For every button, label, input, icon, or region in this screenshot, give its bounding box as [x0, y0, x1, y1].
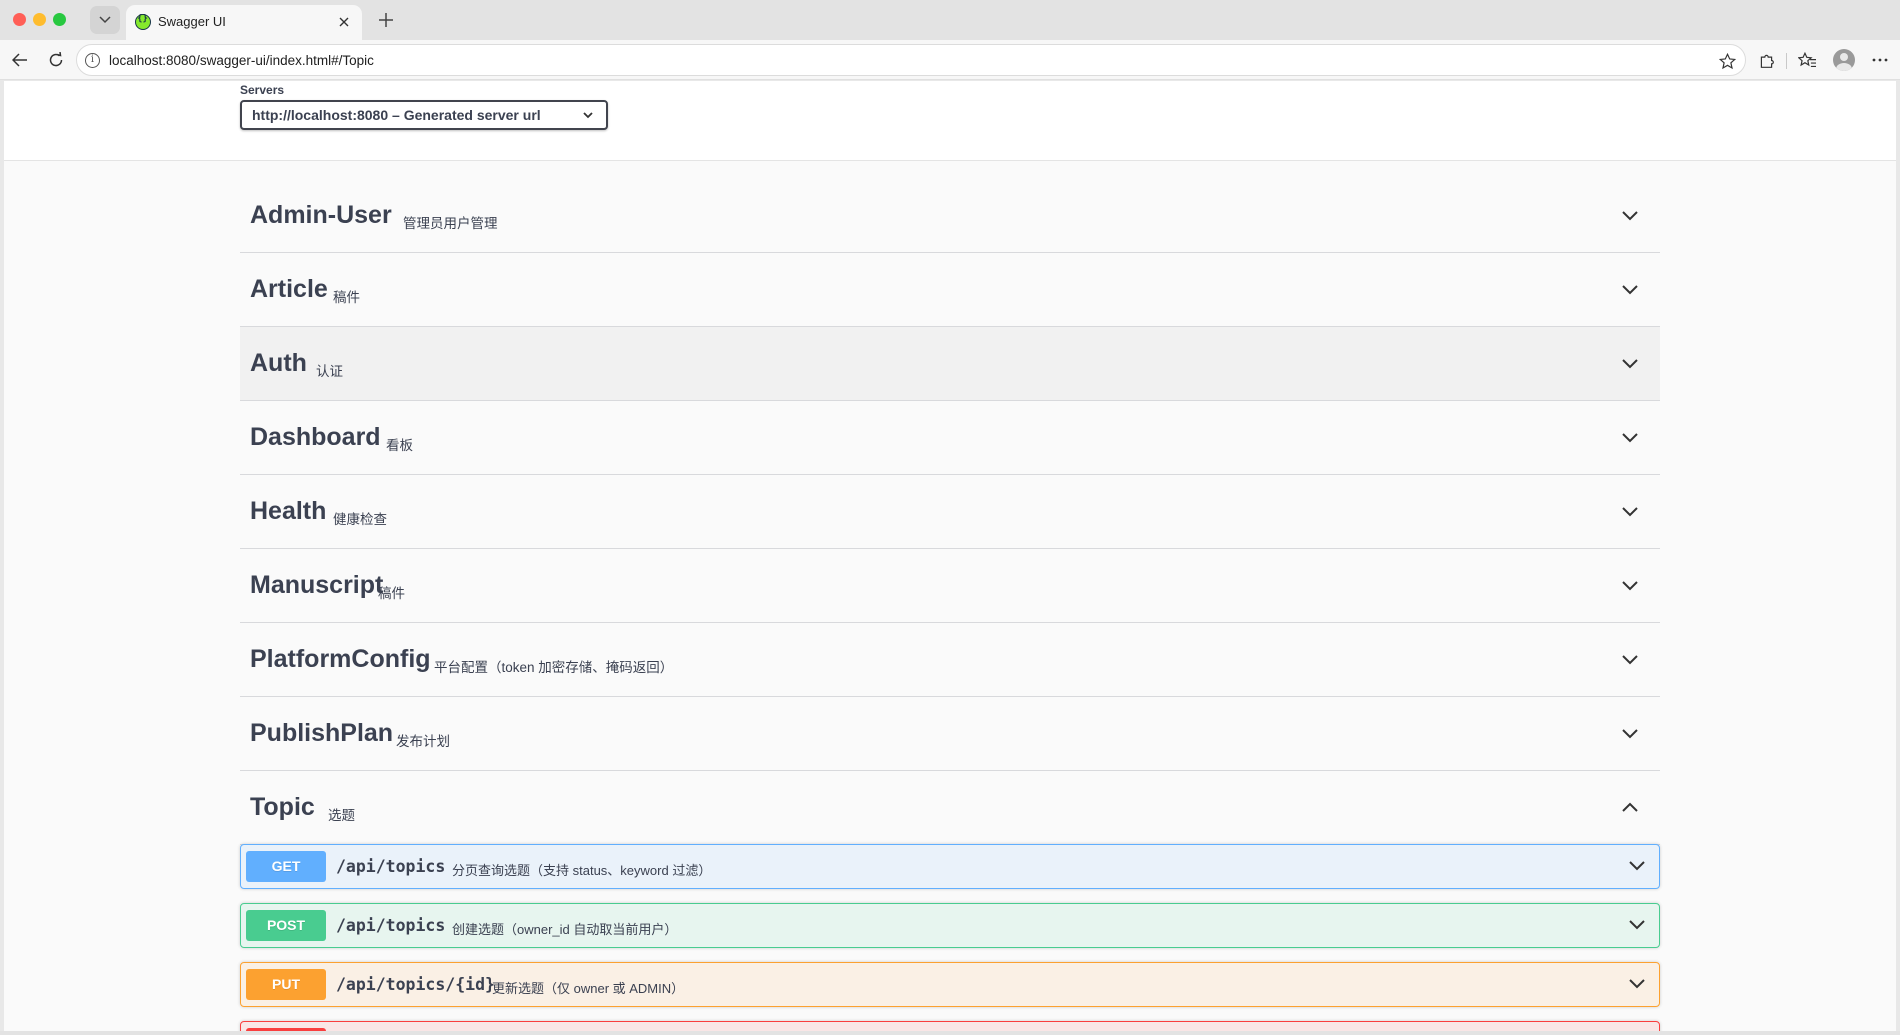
tag-health[interactable]: Health 健康检查 — [240, 475, 1660, 549]
operation-path: /api/topics — [336, 916, 446, 935]
info-icon[interactable]: i — [85, 53, 100, 68]
operation-summary: 分页查询选题（支持 status、keyword 过滤） — [452, 863, 712, 878]
operation-delete-partial[interactable] — [240, 1021, 1660, 1031]
swagger-favicon-icon — [135, 14, 151, 30]
operation-path: /api/topics — [336, 857, 446, 876]
tag-manuscript[interactable]: Manuscript 稿件 — [240, 549, 1660, 623]
more-button[interactable] — [1868, 48, 1892, 72]
new-tab-button[interactable] — [372, 6, 400, 34]
chevron-down-icon[interactable] — [1620, 428, 1640, 448]
close-window-button[interactable] — [13, 13, 26, 26]
minimize-window-button[interactable] — [33, 13, 46, 26]
operation-post-topics[interactable]: POST /api/topics 创建选题（owner_id 自动取当前用户） — [240, 903, 1660, 948]
operation-put-topic-by-id[interactable]: PUT /api/topics/{id} 更新选题（仅 owner 或 ADMI… — [240, 962, 1660, 1007]
tag-topic[interactable]: Topic 选题 — [240, 771, 1660, 845]
extensions-button[interactable] — [1754, 48, 1778, 72]
url-text[interactable]: localhost:8080/swagger-ui/index.html#/To… — [109, 53, 374, 68]
chevron-up-icon[interactable] — [1620, 798, 1640, 818]
tag-platformconfig[interactable]: PlatformConfig 平台配置（token 加密存储、掩码返回） — [240, 623, 1660, 697]
plus-icon — [379, 13, 393, 27]
tag-name: PublishPlan — [250, 719, 394, 747]
browser-tab[interactable]: Swagger UI — [126, 5, 362, 40]
chevron-down-icon — [583, 112, 593, 119]
tag-article[interactable]: Article 稿件 — [240, 253, 1660, 327]
tag-dashboard[interactable]: Dashboard 看板 — [240, 401, 1660, 475]
chevron-down-icon[interactable] — [1627, 974, 1647, 994]
star-icon — [1718, 52, 1736, 69]
page-viewport: Servers http://localhost:8080 – Generate… — [4, 81, 1896, 1031]
zoom-window-button[interactable] — [53, 13, 66, 26]
servers-select-value: http://localhost:8080 – Generated server… — [252, 107, 541, 123]
browser-toolbar: i localhost:8080/swagger-ui/index.html#/… — [0, 40, 1900, 80]
tag-admin-user[interactable]: Admin-User 管理员用户管理 — [240, 179, 1660, 253]
operation-summary: 更新选题（仅 owner 或 ADMIN） — [492, 981, 685, 996]
address-bar[interactable]: i localhost:8080/swagger-ui/index.html#/… — [76, 44, 1746, 76]
tag-name: Auth — [250, 349, 307, 377]
toolbar-separator — [1786, 53, 1787, 69]
extensions-icon — [1760, 54, 1774, 68]
tag-description: 选题 — [328, 808, 355, 823]
tab-close-button[interactable] — [334, 12, 354, 32]
operation-path: /api/topics/{id} — [336, 975, 495, 994]
tag-name: Topic — [250, 793, 315, 821]
chevron-down-icon[interactable] — [1620, 280, 1640, 300]
back-arrow-icon — [12, 53, 27, 67]
tag-name: Dashboard — [250, 423, 381, 451]
chevron-down-icon[interactable] — [1627, 856, 1647, 876]
tag-name: PlatformConfig — [250, 645, 431, 673]
topic-operations: GET /api/topics 分页查询选题（支持 status、keyword… — [240, 844, 1660, 1031]
reload-button[interactable] — [44, 48, 68, 72]
reload-icon — [49, 52, 63, 67]
window-bottom-edge — [0, 1031, 1900, 1035]
bookmark-button[interactable] — [1715, 49, 1739, 73]
tag-description: 发布计划 — [396, 734, 450, 749]
method-badge: GET — [246, 851, 326, 882]
more-icon — [1872, 58, 1888, 62]
tag-name: Health — [250, 497, 327, 525]
chevron-down-icon[interactable] — [1620, 576, 1640, 596]
tag-name: Manuscript — [250, 571, 384, 599]
tab-title: Swagger UI — [158, 14, 226, 29]
back-button[interactable] — [8, 48, 32, 72]
chevron-down-icon[interactable] — [1620, 724, 1640, 744]
favorites-icon — [1797, 51, 1816, 67]
chevron-down-icon[interactable] — [1620, 354, 1640, 374]
close-icon — [339, 17, 349, 27]
servers-select[interactable]: http://localhost:8080 – Generated server… — [240, 100, 608, 130]
tag-auth[interactable]: Auth 认证 — [240, 327, 1660, 401]
profile-icon[interactable] — [1833, 49, 1855, 71]
chevron-down-icon[interactable] — [1620, 206, 1640, 226]
servers-label: Servers — [240, 83, 285, 97]
tag-description: 管理员用户管理 — [403, 216, 498, 231]
tag-name: Admin-User — [250, 201, 392, 229]
servers-section: Servers http://localhost:8080 – Generate… — [4, 81, 1896, 161]
tag-name: Article — [250, 275, 328, 303]
chevron-down-icon[interactable] — [1620, 650, 1640, 670]
chevron-down-icon — [99, 16, 111, 24]
operation-summary: 创建选题（owner_id 自动取当前用户） — [452, 922, 678, 937]
tag-description: 认证 — [316, 364, 343, 379]
tag-description: 稿件 — [378, 586, 405, 601]
tag-list: Admin-User 管理员用户管理 Article 稿件 Auth 认证 Da… — [240, 179, 1660, 845]
favorites-button[interactable] — [1795, 48, 1819, 72]
method-badge: PUT — [246, 969, 326, 1000]
tag-publishplan[interactable]: PublishPlan 发布计划 — [240, 697, 1660, 771]
tab-list-button[interactable] — [90, 6, 120, 34]
chevron-down-icon[interactable] — [1620, 502, 1640, 522]
tag-description: 平台配置（token 加密存储、掩码返回） — [434, 660, 674, 675]
browser-tab-bar: Swagger UI — [0, 0, 1900, 40]
tag-description: 看板 — [386, 438, 413, 453]
tag-description: 健康检查 — [333, 512, 387, 527]
method-badge: POST — [246, 910, 326, 941]
chevron-down-icon[interactable] — [1627, 915, 1647, 935]
tag-description: 稿件 — [333, 290, 360, 305]
operation-get-topics[interactable]: GET /api/topics 分页查询选题（支持 status、keyword… — [240, 844, 1660, 889]
